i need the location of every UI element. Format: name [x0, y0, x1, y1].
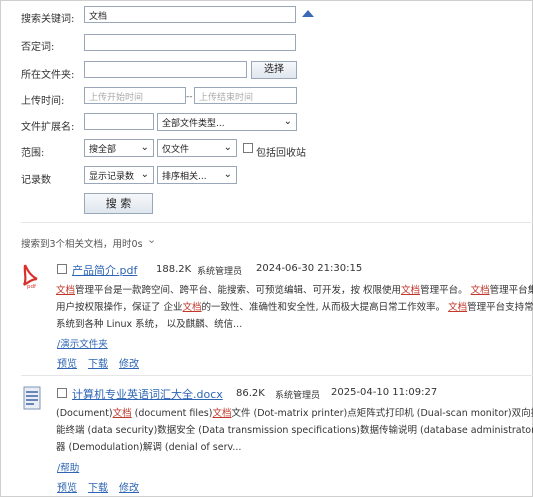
- scope-value: 搜全部: [89, 145, 117, 155]
- file-type-scope-select[interactable]: 仅文件 ⌄: [157, 139, 237, 157]
- keyword-highlight: 文档: [212, 408, 232, 419]
- snippet-text: 系统到各种 Linux 系统， 以及麒麟、统信...: [56, 319, 243, 330]
- download-link[interactable]: 下载: [88, 355, 108, 370]
- keyword-highlight: 文档: [448, 302, 468, 313]
- result-title[interactable]: 计算机专业英语词汇大全.docx: [72, 386, 223, 402]
- result-owner: 系统管理员: [275, 391, 321, 401]
- snippet-text: 管理平台支持常见的: [467, 302, 533, 313]
- snippet-text: 器 (Demodulation)解调 (denial of serv...: [56, 442, 242, 453]
- ext-label: 文件扩展名:: [21, 122, 75, 133]
- file-type-scope-value: 仅文件: [162, 145, 190, 155]
- result-checkbox[interactable]: [57, 388, 67, 398]
- chevron-down-icon: ⌄: [283, 116, 292, 127]
- result-snippet: (Document)文档 (document files)文档文件 (Dot-m…: [56, 405, 533, 456]
- records-label: 记录数: [21, 175, 51, 186]
- keyword-highlight: 文档: [401, 285, 421, 296]
- keyword-label: 搜索关键词:: [21, 14, 75, 25]
- search-button[interactable]: 搜 索: [84, 193, 153, 214]
- keyword-input[interactable]: 文档: [84, 6, 296, 23]
- pdf-icon-label: pdf: [27, 284, 37, 289]
- preview-link[interactable]: 预览: [57, 479, 77, 494]
- snippet-text: 能终端 (data security)数据安全 (Data transmissi…: [56, 425, 533, 436]
- doc-icon: [23, 386, 41, 410]
- include-recycle-checkbox[interactable]: [243, 143, 253, 153]
- pdf-icon: pdf: [22, 264, 38, 289]
- result-owner: 系统管理员: [197, 267, 243, 277]
- folder-select-button[interactable]: 选择: [251, 61, 297, 79]
- chevron-down-icon: ⌄: [223, 142, 232, 153]
- snippet-line: 器 (Demodulation)解调 (denial of serv...: [56, 439, 533, 456]
- time-range-dash: --: [186, 92, 193, 102]
- exclude-label: 否定词:: [21, 42, 55, 53]
- include-recycle-label: 包括回收站: [256, 148, 306, 159]
- result-folder-link[interactable]: /帮助: [57, 460, 79, 474]
- scope-label: 范围:: [21, 148, 45, 159]
- folder-label: 所在文件夹:: [21, 70, 75, 81]
- download-link[interactable]: 下载: [88, 479, 108, 494]
- records-value: 显示记录数: [89, 172, 135, 182]
- result-size: 188.2K: [156, 264, 192, 275]
- snippet-line: 文档管理平台是一款跨空间、跨平台、能搜索、可预览编辑、可开发，按 权限使用文档管…: [56, 282, 533, 299]
- snippet-line: 用户按权限操作，保证了 企业文档的一致性、准确性和安全性, 从而极大提高日常工作…: [56, 299, 533, 316]
- result-date: 2024-06-30 21:30:15: [256, 263, 363, 274]
- result-date: 2025-04-10 11:09:27: [331, 387, 438, 398]
- snippet-text: (Document): [56, 408, 113, 419]
- keyword-highlight: 文档: [112, 408, 132, 419]
- sort-value: 排序相关...: [162, 172, 207, 182]
- snippet-text: 用户按权限操作，保证了 企业: [56, 302, 183, 313]
- preview-link[interactable]: 预览: [57, 355, 77, 370]
- results-summary: 搜索到3个相关文档，用时0s: [21, 239, 143, 250]
- sort-select[interactable]: 排序相关... ⌄: [157, 166, 237, 184]
- upload-time-label: 上传时间:: [21, 96, 65, 107]
- chevron-down-icon: ⌄: [223, 169, 232, 180]
- collapse-arrow-icon[interactable]: [302, 10, 314, 17]
- start-time-input[interactable]: 上传开始时间: [84, 87, 186, 104]
- snippet-text: 管理平台是一款跨空间、跨平台、能搜索、可预览编辑、可开发，按 权限使用: [75, 285, 402, 296]
- end-time-input[interactable]: 上传结束时间: [194, 87, 297, 104]
- chevron-down-icon: ⌄: [140, 142, 149, 153]
- keyword-highlight: 文档: [56, 285, 76, 296]
- result-snippet: 文档管理平台是一款跨空间、跨平台、能搜索、可预览编辑、可开发，按 权限使用文档管…: [56, 282, 533, 333]
- snippet-text: 文件 (Dot-matrix printer)点矩阵式打印机 (Dual-sca…: [231, 408, 533, 419]
- snippet-text: 管理平台集中存: [489, 285, 533, 296]
- result-title[interactable]: 产品简介.pdf: [72, 262, 137, 278]
- records-select[interactable]: 显示记录数 ⌄: [84, 166, 154, 184]
- result-folder-link[interactable]: /演示文件夹: [57, 336, 108, 350]
- exclude-input[interactable]: [84, 34, 296, 51]
- result-size: 86.2K: [236, 388, 265, 399]
- divider: [21, 222, 533, 223]
- edit-link[interactable]: 修改: [119, 355, 139, 370]
- keyword-highlight: 文档: [182, 302, 202, 313]
- snippet-line: 能终端 (data security)数据安全 (Data transmissi…: [56, 422, 533, 439]
- scope-select[interactable]: 搜全部 ⌄: [84, 139, 154, 157]
- snippet-line: (Document)文档 (document files)文档文件 (Dot-m…: [56, 405, 533, 422]
- result-checkbox[interactable]: [57, 264, 67, 274]
- keyword-highlight: 文档: [470, 285, 490, 296]
- edit-link[interactable]: 修改: [119, 479, 139, 494]
- divider: [21, 375, 533, 376]
- chevron-down-icon: ⌄: [140, 169, 149, 180]
- snippet-text: 管理平台。: [420, 285, 471, 296]
- snippet-text: 的一致性、准确性和安全性, 从而极大提高日常工作效率。: [201, 302, 449, 313]
- ext-type-select[interactable]: 全部文件类型... ⌄: [157, 113, 297, 131]
- folder-input[interactable]: [84, 61, 247, 78]
- snippet-line: 系统到各种 Linux 系统， 以及麒麟、统信...: [56, 316, 533, 333]
- snippet-text: (document files): [131, 408, 213, 419]
- expand-chevron-icon[interactable]: ⌄: [147, 233, 156, 246]
- ext-type-value: 全部文件类型...: [162, 119, 225, 129]
- ext-input[interactable]: [84, 113, 154, 130]
